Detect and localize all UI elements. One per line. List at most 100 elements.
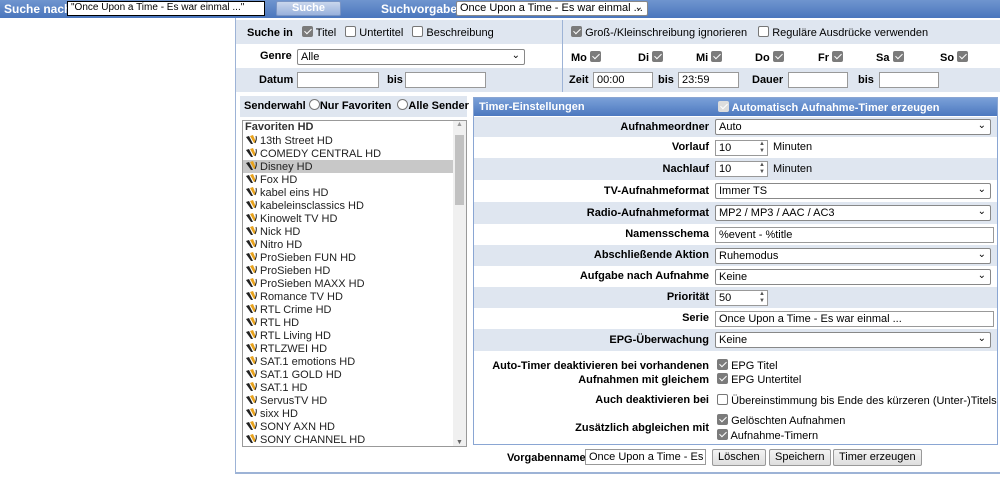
- date-from-input[interactable]: [297, 72, 379, 88]
- day-checkbox[interactable]: [772, 51, 784, 62]
- channel-item[interactable]: COMEDY CENTRAL HD: [243, 147, 466, 160]
- channel-item[interactable]: SAT.1 HD: [243, 381, 466, 394]
- channel-select-label: Senderwahl: [244, 100, 306, 112]
- day-checkbox[interactable]: [957, 51, 969, 62]
- channel-item[interactable]: kabel eins HD: [243, 186, 466, 199]
- channel-list-scrollbar[interactable]: ▲ ▼: [453, 121, 466, 446]
- stepper-arrows-icon[interactable]: ▲ ▼: [759, 141, 765, 155]
- name-input[interactable]: %event - %title: [715, 226, 994, 243]
- channel-item[interactable]: SONY CHANNEL HD: [243, 433, 466, 446]
- epg-subtitle-checkbox[interactable]: [717, 373, 728, 384]
- folder-select[interactable]: Auto ⌄: [715, 119, 991, 135]
- row-deactivate: Auto-Timer deaktivieren bei vorhandenen A…: [474, 354, 997, 389]
- channel-item[interactable]: Disney HD: [243, 160, 466, 173]
- time-from-input[interactable]: 00:00: [593, 72, 653, 88]
- channel-item[interactable]: SAT.1 GOLD HD: [243, 368, 466, 381]
- save-button[interactable]: Speichern: [769, 449, 831, 466]
- channel-icon: [246, 187, 257, 196]
- prio-stepper[interactable]: 50 ▲ ▼: [715, 289, 768, 306]
- description-checkbox[interactable]: [412, 26, 424, 37]
- create-timer-button[interactable]: Timer erzeugen: [833, 449, 922, 466]
- channel-name: Romance TV HD: [260, 291, 343, 303]
- post-stepper[interactable]: 10 ▲ ▼: [715, 161, 768, 177]
- subtitle-checkbox[interactable]: [345, 26, 357, 37]
- scroll-up-icon[interactable]: ▲: [456, 121, 463, 128]
- task-select[interactable]: Keine ⌄: [715, 268, 991, 285]
- preset-value: Once Upon a Time - Es war einmal ...: [460, 2, 643, 14]
- channel-item[interactable]: RTL Living HD: [243, 329, 466, 342]
- channel-name: ProSieben FUN HD: [260, 252, 356, 264]
- channel-item[interactable]: Fox HD: [243, 173, 466, 186]
- day-checkbox[interactable]: [892, 51, 904, 62]
- tv-select[interactable]: Immer TS ⌄: [715, 183, 991, 199]
- title-checkbox[interactable]: [301, 26, 313, 37]
- timer-settings-header: Timer-Einstellungen Automatisch Aufnahme…: [474, 98, 997, 116]
- duration-to-input[interactable]: [879, 72, 939, 88]
- radio-select[interactable]: MP2 / MP3 / AAC / AC3 ⌄: [715, 205, 991, 221]
- also-deactivate-checkbox[interactable]: [717, 394, 728, 405]
- channel-item[interactable]: Nick HD: [243, 225, 466, 238]
- ignore-case-checkbox[interactable]: [571, 26, 582, 37]
- duration-from-input[interactable]: [788, 72, 848, 88]
- channel-item[interactable]: SAT.1 emotions HD: [243, 355, 466, 368]
- channel-item[interactable]: RTL Crime HD: [243, 303, 466, 316]
- pre-stepper[interactable]: 10 ▲ ▼: [715, 139, 768, 156]
- deleted-recordings-checkbox[interactable]: [717, 414, 728, 425]
- epg-title-checkbox[interactable]: [717, 359, 728, 370]
- subtitle-label: Untertitel: [359, 27, 404, 39]
- day-checkbox[interactable]: [832, 51, 844, 62]
- channel-item[interactable]: ProSieben MAXX HD: [243, 277, 466, 290]
- channel-icon: [246, 226, 257, 235]
- channel-item[interactable]: RTLZWEI HD: [243, 342, 466, 355]
- day-label: So: [940, 52, 955, 64]
- series-input[interactable]: Once Upon a Time - Es war einmal ...: [715, 310, 994, 327]
- day-checkbox[interactable]: [711, 51, 723, 62]
- delete-button[interactable]: Löschen: [712, 449, 766, 466]
- channel-item[interactable]: kabeleinsclassics HD: [243, 199, 466, 212]
- epg-label: EPG-Überwachung: [609, 333, 709, 346]
- channel-name: kabel eins HD: [260, 187, 329, 199]
- channel-list[interactable]: Favoriten HD 13th Street HD COMEDY CENTRA…: [242, 120, 467, 447]
- channel-name: SAT.1 emotions HD: [260, 356, 356, 368]
- channel-item[interactable]: 13th Street HD: [243, 134, 466, 147]
- channel-name: COMEDY CENTRAL HD: [260, 148, 382, 160]
- stepper-arrows-icon[interactable]: ▲ ▼: [759, 162, 765, 176]
- scrollbar-thumb[interactable]: [455, 135, 464, 205]
- preset-name-input[interactable]: Once Upon a Time - Es war einmal ...: [585, 449, 706, 465]
- only-favorites-label: Nur Favoriten: [319, 100, 392, 112]
- search-button[interactable]: Suche: [276, 1, 341, 16]
- channel-item[interactable]: RTL HD: [243, 316, 466, 329]
- channel-item[interactable]: sixx HD: [243, 407, 466, 420]
- channel-icon: [246, 291, 257, 300]
- scroll-down-icon[interactable]: ▼: [456, 439, 463, 446]
- description-label: Beschreibung: [426, 27, 494, 39]
- channel-name: RTL HD: [260, 317, 300, 329]
- date-to-input[interactable]: [405, 72, 486, 88]
- channel-item[interactable]: Romance TV HD: [243, 290, 466, 303]
- recording-timers-checkbox[interactable]: [717, 429, 728, 440]
- channel-group-header: Favoriten HD: [245, 121, 314, 133]
- channel-item[interactable]: ServusTV HD: [243, 394, 466, 407]
- auto-create-checkbox[interactable]: [718, 101, 729, 112]
- stepper-arrows-icon[interactable]: ▲ ▼: [759, 291, 765, 305]
- only-favorites-radio[interactable]: [308, 99, 320, 110]
- day-checkbox[interactable]: [589, 51, 601, 62]
- day-mo: Mo: [571, 51, 601, 64]
- row-action: Abschließende Aktion Ruhemodus ⌄: [474, 245, 997, 266]
- regex-checkbox[interactable]: [758, 26, 770, 37]
- all-channels-radio[interactable]: [397, 99, 409, 110]
- preset-select[interactable]: Once Upon a Time - Es war einmal ... ⌄: [456, 1, 648, 16]
- channel-name: RTL Crime HD: [260, 304, 332, 316]
- genre-select[interactable]: Alle ⌄: [297, 49, 525, 65]
- channel-item[interactable]: ProSieben HD: [243, 264, 466, 277]
- search-input[interactable]: "Once Upon a Time - Es war einmal ...": [67, 1, 265, 16]
- channel-item[interactable]: Nitro HD: [243, 238, 466, 251]
- epg-select[interactable]: Keine ⌄: [715, 332, 991, 348]
- action-select[interactable]: Ruhemodus ⌄: [715, 247, 991, 264]
- channel-item[interactable]: Kinowelt TV HD: [243, 212, 466, 225]
- channel-item[interactable]: ProSieben FUN HD: [243, 251, 466, 264]
- day-checkbox[interactable]: [652, 51, 664, 62]
- time-to-input[interactable]: 23:59: [678, 72, 739, 88]
- channel-item[interactable]: SONY AXN HD: [243, 420, 466, 433]
- channel-icon: [246, 317, 257, 326]
